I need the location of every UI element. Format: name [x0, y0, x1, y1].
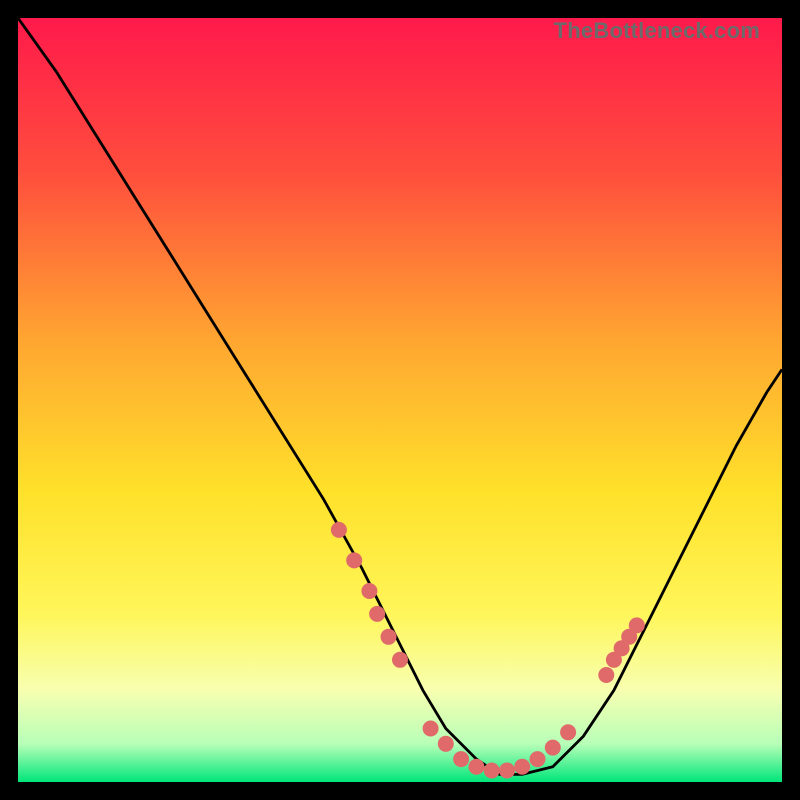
marker-dot: [392, 652, 408, 668]
marker-dot: [381, 629, 397, 645]
marker-dot: [560, 724, 576, 740]
marker-dot: [453, 751, 469, 767]
marker-dot: [346, 552, 362, 568]
marker-dot: [499, 763, 515, 779]
marker-dot: [514, 759, 530, 775]
marker-dot: [629, 617, 645, 633]
marker-dot: [468, 759, 484, 775]
marker-dot: [438, 736, 454, 752]
watermark-text: TheBottleneck.com: [554, 18, 760, 44]
marker-dot: [484, 763, 500, 779]
marker-dot: [598, 667, 614, 683]
marker-dot: [361, 583, 377, 599]
marker-dot: [331, 522, 347, 538]
marker-dot: [423, 721, 439, 737]
marker-dot: [545, 740, 561, 756]
bottleneck-chart: [18, 18, 782, 782]
marker-dot: [369, 606, 385, 622]
marker-dot: [530, 751, 546, 767]
chart-frame: TheBottleneck.com: [18, 18, 782, 782]
